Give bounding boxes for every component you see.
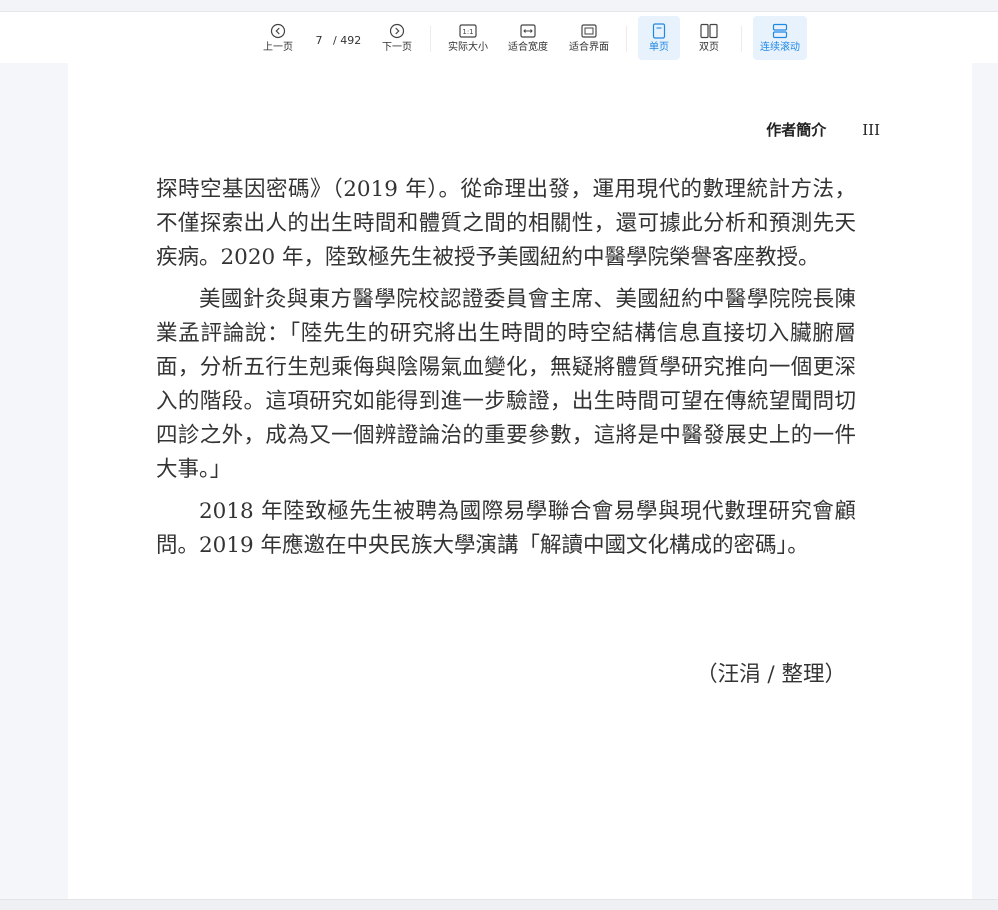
double-page-button[interactable]: 双页 <box>688 16 730 60</box>
actual-size-label: 实际大小 <box>448 42 488 53</box>
next-page-label: 下一页 <box>382 42 412 53</box>
editor-signature: （汪涓 / 整理） <box>696 662 846 687</box>
single-page-label: 单页 <box>649 42 669 53</box>
body-text: 探時空基因密碼》（2019 年）。從命理出發，運用現代的數理統計方法，不僅探索出… <box>156 173 856 571</box>
next-page-button[interactable]: 下一页 <box>377 16 417 60</box>
continuous-scroll-icon <box>772 20 788 42</box>
page-indicator: / 492 <box>305 30 369 50</box>
fit-page-button[interactable]: 适合界面 <box>564 16 614 60</box>
prev-page-label: 上一页 <box>263 42 293 53</box>
double-page-label: 双页 <box>699 42 719 53</box>
document-page: 作者簡介 III 探時空基因密碼》（2019 年）。從命理出發，運用現代的數理統… <box>68 63 972 899</box>
top-strip <box>0 0 998 12</box>
fit-width-button[interactable]: 适合宽度 <box>503 16 553 60</box>
fit-page-icon <box>581 20 597 42</box>
right-gutter <box>972 63 998 899</box>
paragraph: 探時空基因密碼》（2019 年）。從命理出發，運用現代的數理統計方法，不僅探索出… <box>156 177 856 270</box>
actual-size-icon: 1:1 <box>459 20 477 42</box>
single-page-icon <box>652 20 666 42</box>
single-page-button[interactable]: 单页 <box>638 16 680 60</box>
paragraph: 2018 年陸致極先生被聘為國際易學聯合會易學與現代數理研究會顧問。2019 年… <box>156 499 856 558</box>
actual-size-icon-text: 1:1 <box>462 28 473 36</box>
double-page-icon <box>700 20 718 42</box>
continuous-scroll-label: 连续滚动 <box>760 42 800 53</box>
total-pages: / 492 <box>333 33 362 47</box>
chevron-right-circle-icon <box>389 20 405 42</box>
continuous-scroll-button[interactable]: 连续滚动 <box>753 16 807 60</box>
header-title: 作者簡介 <box>766 121 827 139</box>
page-number-input[interactable] <box>305 31 333 49</box>
viewer-toolbar: 上一页 / 492 下一页 1:1 实际大小 适合宽度 适合界面 <box>0 12 998 63</box>
header-page-number: III <box>862 120 880 139</box>
bottom-strip <box>0 899 998 910</box>
toolbar-divider <box>626 26 627 52</box>
actual-size-button[interactable]: 1:1 实际大小 <box>443 16 493 60</box>
toolbar-divider <box>741 26 742 52</box>
chevron-left-circle-icon <box>270 20 286 42</box>
fit-width-icon <box>520 20 536 42</box>
prev-page-button[interactable]: 上一页 <box>258 16 298 60</box>
document-viewer[interactable]: 作者簡介 III 探時空基因密碼》（2019 年）。從命理出發，運用現代的數理統… <box>0 63 998 899</box>
fit-page-label: 适合界面 <box>569 42 609 53</box>
paragraph: 美國針灸與東方醫學院校認證委員會主席、美國紐約中醫學院院長陳業孟評論說：「陸先生… <box>156 287 856 482</box>
running-header: 作者簡介 III <box>766 119 880 140</box>
fit-width-label: 适合宽度 <box>508 42 548 53</box>
toolbar-divider <box>430 26 431 52</box>
